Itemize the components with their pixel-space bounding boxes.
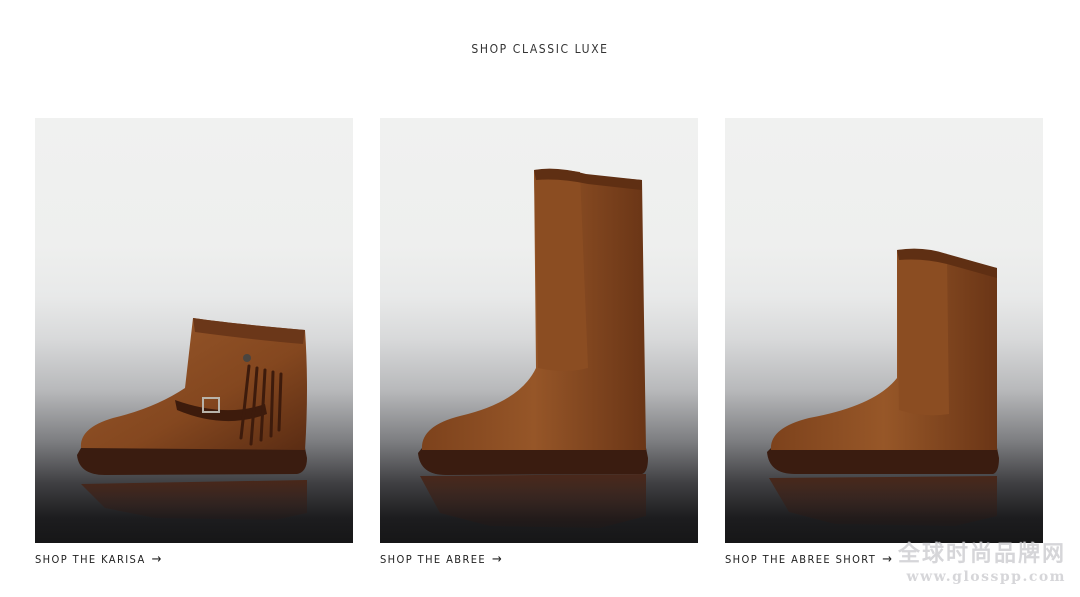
- abree-boot-image: [418, 168, 648, 528]
- shop-karisa-label: SHOP THE KARISA: [35, 553, 146, 566]
- shop-abree-label: SHOP THE ABREE: [380, 553, 487, 566]
- shop-karisa-link[interactable]: SHOP THE KARISA →: [35, 553, 161, 566]
- arrow-right-icon: →: [151, 552, 162, 567]
- watermark: 全球时尚品牌网 www.glosspp.com: [846, 536, 1066, 585]
- watermark-url: www.glosspp.com: [906, 569, 1066, 585]
- product-image-karisa[interactable]: [35, 118, 353, 543]
- watermark-brand: 全球时尚品牌网: [897, 541, 1066, 567]
- product-image-abree[interactable]: [380, 118, 698, 543]
- arrow-right-icon: →: [492, 552, 502, 567]
- karisa-boot-image: [77, 318, 307, 520]
- product-image-abree-short[interactable]: [725, 118, 1043, 543]
- section-title: SHOP CLASSIC LUXE: [471, 42, 609, 56]
- shop-abree-link[interactable]: SHOP THE ABREE →: [380, 553, 502, 566]
- abree-short-boot-image: [767, 248, 999, 526]
- page: SHOP CLASSIC LUXE SHOP THE KARISA → SHOP…: [0, 0, 1080, 597]
